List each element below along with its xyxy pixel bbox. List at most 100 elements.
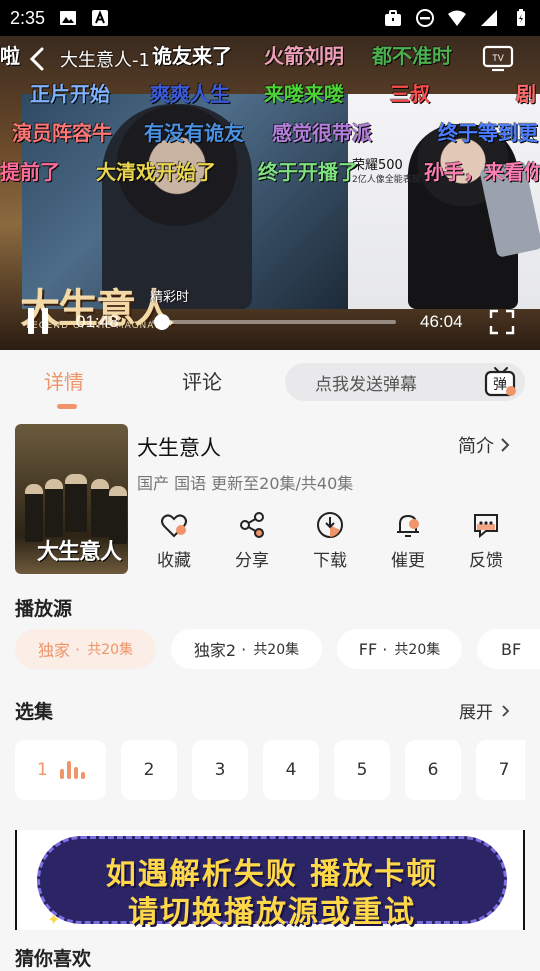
- danmu-comment: 终于等到更: [438, 121, 538, 145]
- danmu-comment: 爽爽人生: [150, 82, 230, 106]
- danmu-comment: 孙手，来看你: [424, 160, 540, 184]
- source-list: 独家 · 共20集 独家2 · 共20集 FF · 共20集 BF: [15, 629, 540, 671]
- progress-bar[interactable]: [152, 314, 396, 330]
- wifi-icon: [448, 10, 466, 26]
- source-count: 共20集: [253, 642, 300, 658]
- danmu-tv-icon: 弹: [484, 367, 516, 397]
- cast-button[interactable]: TV: [482, 44, 514, 72]
- tv-cast-icon: TV: [482, 45, 514, 72]
- action-label: 催更: [391, 551, 425, 571]
- fullscreen-icon: [489, 309, 515, 335]
- banner-line-2: 请切换播放源或重试: [128, 895, 416, 930]
- danmu-comment: 三叔: [390, 82, 430, 106]
- pause-button[interactable]: [26, 308, 52, 336]
- current-time: 01:48: [76, 312, 119, 331]
- poster-title: 大生意人: [37, 539, 122, 565]
- danmu-comment: 有没有诡友: [144, 121, 244, 145]
- source-item[interactable]: 独家2 · 共20集: [171, 629, 322, 669]
- fullscreen-button[interactable]: [488, 308, 516, 336]
- episode-item[interactable]: 5: [334, 740, 390, 800]
- tab-underline: [57, 404, 77, 409]
- episode-list: 1 2 3 4 5 6 7: [15, 740, 525, 800]
- chevron-left-icon: [29, 47, 44, 71]
- episode-number: 6: [427, 760, 439, 780]
- danmu-toggle-button[interactable]: 弹: [484, 366, 518, 398]
- action-label: 分享: [235, 551, 269, 571]
- svg-text:TV: TV: [492, 53, 504, 63]
- episode-number: 7: [498, 760, 510, 780]
- danmu-toggle-label: 弹: [493, 377, 507, 393]
- source-item[interactable]: FF · 共20集: [337, 629, 462, 669]
- download-button[interactable]: 下载: [300, 510, 360, 574]
- episode-number: 1: [37, 760, 48, 780]
- feedback-icon: [474, 514, 498, 539]
- danmu-comment: 啦: [0, 44, 20, 68]
- episode-item[interactable]: 2: [121, 740, 177, 800]
- show-poster[interactable]: 大生意人: [15, 424, 128, 574]
- intro-link[interactable]: 简介: [458, 432, 510, 458]
- episode-item[interactable]: 4: [263, 740, 319, 800]
- danmu-comment: 诡友来了: [152, 44, 232, 68]
- source-count: 共20集: [394, 642, 441, 658]
- action-label: 下载: [313, 551, 347, 571]
- danmu-comment: 来喽来喽: [264, 82, 344, 106]
- expand-label: 展开: [459, 703, 493, 723]
- dnd-icon: [416, 9, 434, 27]
- episode-number: 5: [356, 760, 368, 780]
- chevron-right-icon: [502, 704, 510, 717]
- favorite-button[interactable]: 收藏: [144, 510, 204, 574]
- danmu-comment: 剧: [516, 82, 536, 106]
- source-item[interactable]: BF: [477, 629, 540, 669]
- battery-icon: [517, 9, 525, 26]
- briefcase-icon: [385, 10, 401, 26]
- feedback-button[interactable]: 反馈: [456, 510, 516, 574]
- episodes-title: 选集: [15, 701, 54, 723]
- notice-banner[interactable]: 如遇解析失败 播放卡顿 请切换播放源或重试 ✦: [15, 830, 525, 930]
- episode-item[interactable]: 1: [15, 740, 106, 800]
- ad-line-2: 2亿人像全能表现: [352, 175, 421, 185]
- video-title: 大生意人-1: [60, 50, 150, 71]
- danmu-comment: 都不准时: [372, 44, 452, 68]
- source-name: 独家2: [193, 641, 237, 660]
- episode-item[interactable]: 3: [192, 740, 248, 800]
- recommend-title: 猜你喜欢: [15, 948, 92, 970]
- share-icon: [240, 512, 264, 538]
- episode-number: 4: [285, 760, 297, 780]
- intro-label: 简介: [458, 436, 494, 457]
- danmu-comment: 火箭刘明: [264, 44, 344, 68]
- urge-update-button[interactable]: 催更: [378, 510, 438, 574]
- text-a-icon: [92, 10, 109, 26]
- download-icon: [317, 512, 343, 538]
- episode-number: 3: [214, 760, 226, 780]
- action-label: 反馈: [469, 551, 503, 571]
- show-meta: 国产 国语 更新至20集/共40集: [137, 474, 354, 493]
- danmu-input-placeholder: 点我发送弹幕: [315, 374, 417, 395]
- video-player[interactable]: HONOR 荣耀500 2亿人像全能表现 啦 诡友来了 火箭刘明 都不准时 正片…: [0, 36, 540, 350]
- sparkle-icon: ✦: [47, 910, 61, 929]
- player-controls: 01:48 46:04: [0, 302, 540, 346]
- back-button[interactable]: [22, 44, 52, 74]
- sources-title: 播放源: [15, 598, 73, 620]
- heart-icon: [161, 514, 187, 538]
- show-info: 大生意人 大生意人 简介 国产 国语 更新至20集/共40集 收藏 分享 下载 …: [0, 420, 540, 580]
- danmu-comment: 正片开始: [30, 82, 110, 106]
- danmu-comment: 大清戏开始了: [96, 160, 216, 184]
- show-title: 大生意人: [137, 436, 221, 460]
- progress-knob[interactable]: [153, 314, 170, 330]
- danmu-comment: 感觉很带派: [272, 121, 372, 145]
- tab-comment[interactable]: 评论: [182, 366, 222, 395]
- source-item[interactable]: 独家 · 共20集: [15, 629, 156, 669]
- danmu-comment: 终于开播了: [258, 160, 358, 184]
- share-button[interactable]: 分享: [222, 510, 282, 574]
- episode-item[interactable]: 7: [476, 740, 525, 800]
- ad-line-1: 荣耀500: [352, 158, 403, 173]
- chevron-right-icon: [501, 438, 510, 452]
- episode-number: 2: [143, 760, 155, 780]
- notice-banner-pill: 如遇解析失败 播放卡顿 请切换播放源或重试: [37, 836, 507, 930]
- danmu-comment: 演员阵容牛: [12, 121, 112, 145]
- tab-detail[interactable]: 详情: [44, 366, 84, 395]
- source-name: 独家: [37, 641, 70, 660]
- expand-episodes-link[interactable]: 展开: [459, 698, 510, 723]
- source-name: FF: [358, 639, 378, 659]
- episode-item[interactable]: 6: [405, 740, 461, 800]
